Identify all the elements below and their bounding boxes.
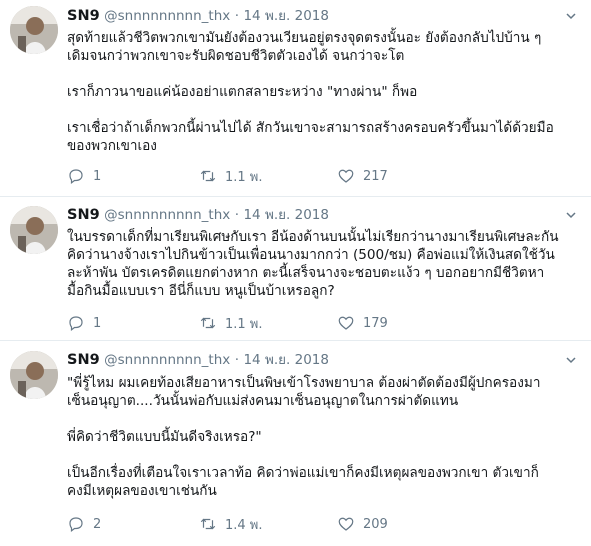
tweet-text-line: เป็นอีกเรื่องที่เตือนใจเราเวลาท้อ คิดว่า…	[67, 465, 539, 481]
tweet-text-line: เซ็นอนุญาต....วันนั้นพ่อกับแม่ส่งคนมาเซ็…	[67, 393, 459, 409]
like-count: 217	[363, 168, 388, 184]
tweet-text-line: เดิมจนกว่าพวกเขาจะรับผิดชอบชีวิตตัวเองได…	[67, 48, 405, 64]
tweet-actions: 1 1.1 พ. 179	[67, 313, 467, 333]
tweet-text: "พี่รู้ไหม ผมเคยท้องเสียอาหารเป็นพิษเข้า…	[67, 374, 583, 500]
tweet-text-line: สุดท้ายแล้วชีวิตพวกเขามันยังต้องวนเวียนอ…	[67, 30, 542, 46]
reply-button[interactable]: 1	[67, 313, 101, 333]
tweet-date[interactable]: 14 พ.ย. 2018	[243, 207, 329, 223]
reply-icon	[69, 517, 83, 532]
chevron-down-icon[interactable]	[565, 10, 577, 22]
retweet-count: 1.1 พ.	[225, 169, 263, 185]
tweet-text-line: มื้อกินมื้อแบบเรา อีนี่ก็แบบ หนูเป็นบ้าเ…	[67, 283, 335, 299]
separator-dot: ·	[234, 8, 240, 24]
retweet-count: 1.1 พ.	[225, 316, 263, 332]
display-name[interactable]: SN9	[67, 352, 100, 368]
tweet[interactable]: SN9 @snnnnnnnnn_thx · 14 พ.ย. 2018 ในบรร…	[0, 197, 591, 341]
tweet-text-line: ในบรรดาเด็กที่มาเรียนพิเศษกับเรา อีน้องด…	[67, 229, 559, 245]
like-button[interactable]: 209	[337, 514, 388, 534]
reply-count: 2	[93, 516, 102, 532]
separator-dot: ·	[234, 207, 240, 223]
avatar[interactable]	[10, 351, 58, 399]
reply-icon	[69, 169, 83, 184]
tweet-text-line: คิดว่านางจ้างเราไปกินข้าวเป็นเพื่อนนางมา…	[67, 247, 555, 263]
tweet-text-line: เราเชื่อว่าถ้าเด็กพวกนี้ผ่านไปได้ สักวัน…	[67, 120, 554, 136]
tweet-date[interactable]: 14 พ.ย. 2018	[243, 8, 329, 24]
tweet-text-line: เราก็ภาวนาขอแค่น้องอย่าแตกสลายระหว่าง "ท…	[67, 84, 418, 100]
heart-icon	[338, 316, 354, 330]
chevron-down-icon[interactable]	[565, 354, 577, 366]
reply-count: 1	[93, 168, 102, 184]
tweet-text-line: คงมีเหตุผลของเขาเช่นกัน	[67, 483, 217, 499]
tweet-text: สุดท้ายแล้วชีวิตพวกเขามันยังต้องวนเวียนอ…	[67, 29, 583, 155]
tweet-text-line: ละห้าพัน บัตรเครดิตแยกต่างหาก ตะนี้เสร็จ…	[67, 265, 545, 281]
reply-button[interactable]: 1	[67, 166, 101, 186]
like-button[interactable]: 217	[337, 166, 388, 186]
retweet-button[interactable]: 1.1 พ.	[199, 313, 263, 333]
retweet-icon	[200, 518, 216, 530]
tweet-text-line: "พี่รู้ไหม ผมเคยท้องเสียอาหารเป็นพิษเข้า…	[67, 375, 541, 391]
like-count: 209	[363, 516, 388, 532]
tweet[interactable]: SN9 @snnnnnnnnn_thx · 14 พ.ย. 2018 "พี่ร…	[0, 341, 591, 546]
retweet-button[interactable]: 1.1 พ.	[199, 166, 263, 186]
retweet-count: 1.4 พ.	[225, 517, 263, 533]
tweet-actions: 2 1.4 พ. 209	[67, 514, 467, 534]
tweet-text-line: พี่คิดว่าชีวิตแบบนี้มันดีจริงเหรอ?"	[67, 429, 262, 445]
like-button[interactable]: 179	[337, 313, 388, 333]
tweet[interactable]: SN9 @snnnnnnnnn_thx · 14 พ.ย. 2018 สุดท้…	[0, 0, 591, 197]
tweet-date[interactable]: 14 พ.ย. 2018	[243, 352, 329, 368]
username-handle[interactable]: @snnnnnnnnn_thx	[104, 352, 230, 368]
username-handle[interactable]: @snnnnnnnnn_thx	[104, 8, 230, 24]
reply-icon	[69, 316, 83, 331]
retweet-icon	[200, 317, 216, 329]
retweet-icon	[200, 170, 216, 182]
avatar[interactable]	[10, 6, 58, 54]
tweet-text-line: ของพวกเขาเอง	[67, 138, 157, 154]
tweet-text: ในบรรดาเด็กที่มาเรียนพิเศษกับเรา อีน้องด…	[67, 228, 583, 300]
heart-icon	[338, 169, 354, 183]
reply-button[interactable]: 2	[67, 514, 101, 534]
avatar[interactable]	[10, 206, 58, 254]
like-count: 179	[363, 315, 388, 331]
tweet-actions: 1 1.1 พ. 217	[67, 166, 467, 186]
heart-icon	[338, 517, 354, 531]
reply-count: 1	[93, 315, 102, 331]
retweet-button[interactable]: 1.4 พ.	[199, 514, 263, 534]
chevron-down-icon[interactable]	[565, 209, 577, 221]
username-handle[interactable]: @snnnnnnnnn_thx	[104, 207, 230, 223]
display-name[interactable]: SN9	[67, 8, 100, 24]
display-name[interactable]: SN9	[67, 207, 100, 223]
separator-dot: ·	[234, 352, 240, 368]
